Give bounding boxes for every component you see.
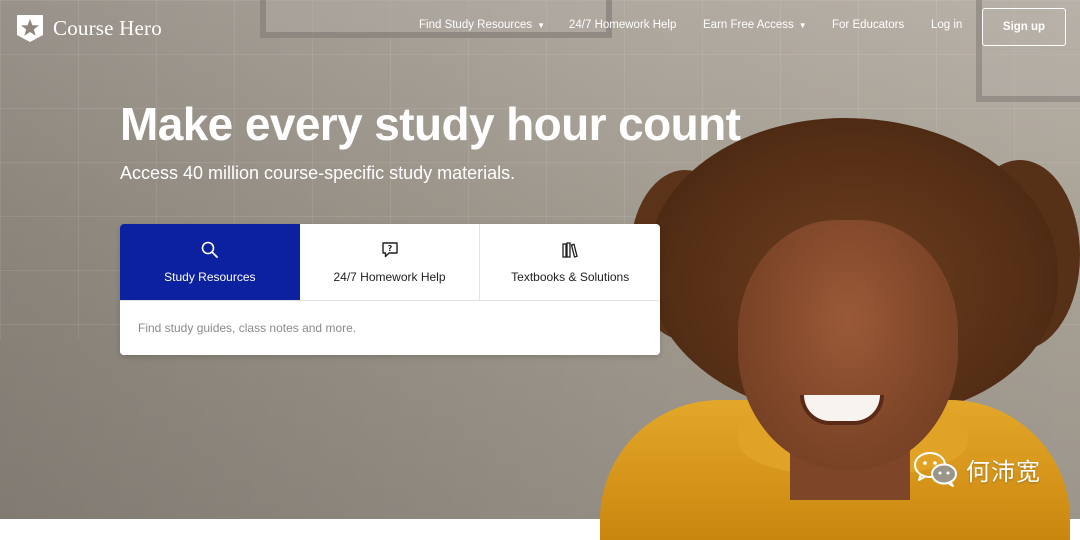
tab-label: Study Resources — [164, 270, 256, 284]
nav-label: 24/7 Homework Help — [569, 19, 677, 31]
books-icon — [562, 242, 578, 258]
hero-subheadline: Access 40 million course-specific study … — [120, 163, 516, 183]
nav-label: Earn Free Access — [703, 19, 794, 31]
nav-for-educators[interactable]: For Educators — [832, 19, 904, 31]
chevron-down-icon: ▼ — [798, 21, 807, 30]
tab-label: Textbooks & Solutions — [511, 270, 630, 284]
tab-study-resources[interactable]: Study Resources — [120, 224, 300, 300]
search-card: Study Resources ? 24/7 Homework Help Tex… — [120, 224, 660, 355]
tab-label: 24/7 Homework Help — [333, 270, 446, 284]
tab-textbooks-solutions[interactable]: Textbooks & Solutions — [480, 224, 660, 300]
search-tabs: Study Resources ? 24/7 Homework Help Tex… — [120, 224, 660, 301]
brand-name: Course Hero — [53, 15, 162, 40]
svg-text:?: ? — [387, 244, 392, 253]
top-navigation: Course Hero Find Study Resources ▼ 24/7 … — [0, 0, 1080, 54]
face — [738, 220, 958, 470]
login-link[interactable]: Log in — [931, 19, 962, 31]
nav-homework-help[interactable]: 24/7 Homework Help — [569, 19, 676, 31]
watermark-text: 何沛宽 — [966, 457, 1041, 486]
chevron-down-icon: ▼ — [537, 21, 546, 30]
question-bubble-icon: ? — [381, 242, 398, 258]
tab-homework-help[interactable]: ? 24/7 Homework Help — [300, 224, 481, 300]
nav-find-study-resources[interactable]: Find Study Resources ▼ — [419, 19, 545, 31]
search-input[interactable] — [120, 301, 660, 355]
hero-headline: Make every study hour count — [120, 98, 741, 150]
watermark: 何沛宽 — [912, 450, 1041, 488]
nav-label: Log in — [931, 19, 963, 31]
signup-button[interactable]: Sign up — [982, 8, 1066, 46]
course-hero-logo-icon — [17, 15, 43, 42]
nav-label: For Educators — [832, 19, 905, 31]
search-icon — [201, 241, 218, 258]
brand-logo[interactable]: Course Hero — [15, 13, 162, 43]
nav-label: Find Study Resources — [419, 19, 533, 31]
wechat-icon — [914, 452, 957, 487]
nav-earn-free-access[interactable]: Earn Free Access ▼ — [703, 19, 807, 31]
